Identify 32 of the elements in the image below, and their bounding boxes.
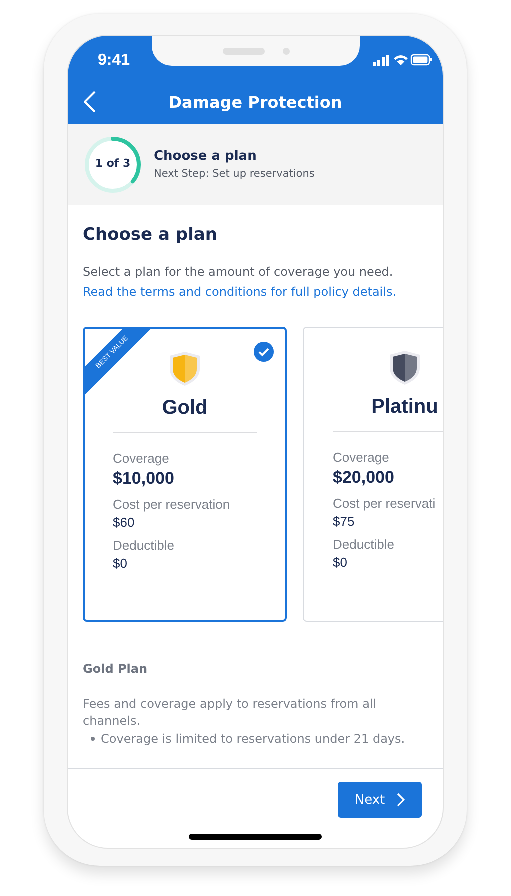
check-icon (254, 342, 274, 362)
field-label: Cost per reservation (113, 497, 230, 512)
field-value: $0 (333, 555, 348, 570)
page-title: Damage Protection (168, 92, 342, 112)
field-value: $75 (333, 514, 355, 529)
field-label: Cost per reservati (333, 496, 436, 511)
next-step-text: Next Step: Set up reservations (154, 168, 315, 180)
plan-details-title: Gold Plan (83, 662, 149, 676)
terms-link[interactable]: Read the terms and conditions for full policy details. (83, 285, 443, 299)
section-heading: Choose a plan (83, 225, 218, 245)
step-counter: 1 of 3 (94, 156, 132, 170)
back-icon[interactable] (84, 91, 96, 113)
intro-text: Select a plan for the amount of coverage you need. (83, 265, 394, 279)
field-value: $0 (113, 556, 128, 571)
step-title: Choose a plan (154, 149, 258, 164)
plan-name: Gold (162, 397, 208, 420)
field-label: Coverage (113, 451, 170, 466)
plan-name: Platinu (372, 396, 438, 419)
bullet-text: Coverage is limited to reservations under 21 days. (101, 732, 406, 746)
field-value: $10,000 (113, 469, 174, 489)
field-label: Deductible (113, 538, 174, 553)
field-label: Coverage (333, 450, 390, 465)
status-time: 9:41 (98, 51, 130, 70)
plan-details-text: Fees and coverage apply to reservations from all channels. (83, 696, 378, 730)
chevron-right-icon (397, 793, 406, 807)
field-value: $60 (113, 515, 135, 530)
progress-ring (84, 136, 142, 194)
plan-card[interactable]: Platinu Coverage $20,000 Cost per reservati $75 Deductible $0 (303, 327, 443, 622)
field-label: Deductible (333, 537, 394, 552)
status-icons (373, 53, 433, 67)
next-button[interactable]: Next (338, 782, 422, 818)
field-value: $20,000 (333, 468, 394, 488)
